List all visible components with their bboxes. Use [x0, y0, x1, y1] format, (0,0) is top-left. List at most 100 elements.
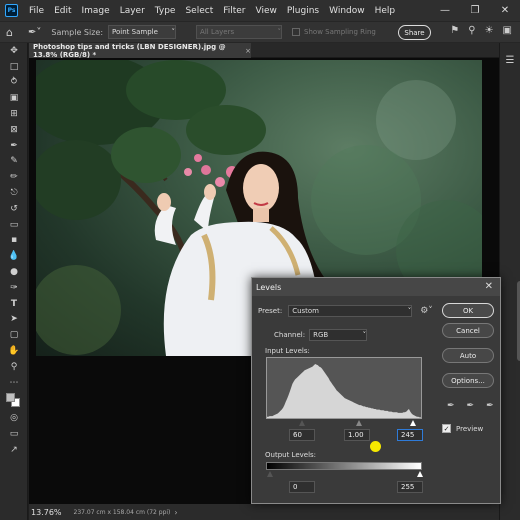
brush-tool-icon[interactable]: ✏: [0, 169, 28, 185]
foreground-color-swatch[interactable]: [6, 392, 15, 402]
menu-help[interactable]: Help: [370, 6, 401, 16]
sample-size-label: Sample Size:: [51, 27, 104, 37]
menu-image[interactable]: Image: [77, 6, 115, 16]
output-gradient-bar: [266, 462, 422, 470]
preview-label: Preview: [456, 424, 484, 433]
gradient-tool-icon[interactable]: ▪: [0, 233, 28, 249]
type-tool-icon[interactable]: T: [0, 296, 28, 312]
chevron-down-icon: ˅: [407, 307, 412, 315]
input-black-slider[interactable]: [299, 420, 305, 426]
crop-tool-icon[interactable]: ⊞: [0, 106, 28, 122]
input-sliders: [266, 419, 422, 427]
input-levels-label: Input Levels:: [265, 347, 310, 355]
document-tab-bar: Photoshop tips and tricks (LBN DESIGNER)…: [29, 42, 499, 59]
pen-tool-icon[interactable]: ✑: [0, 280, 28, 296]
healing-brush-icon[interactable]: ✎: [0, 154, 28, 170]
dodge-tool-icon[interactable]: ●: [0, 264, 28, 280]
cancel-button[interactable]: Cancel: [442, 323, 494, 338]
histogram: [266, 357, 422, 419]
gear-icon[interactable]: ⚙˅: [420, 306, 433, 316]
auto-button[interactable]: Auto: [442, 348, 494, 363]
eyedropper-tool-icon[interactable]: ✒˅: [28, 27, 41, 38]
move-tool-icon[interactable]: ✥: [0, 43, 28, 59]
frame-tool-icon[interactable]: ⊠: [0, 122, 28, 138]
zoom-tool-icon[interactable]: ⚲: [0, 359, 28, 375]
quick-mask-icon[interactable]: ◎: [0, 411, 28, 427]
share-icon[interactable]: ↗: [0, 442, 28, 458]
hand-tool-icon[interactable]: ✋: [0, 343, 28, 359]
white-point-eyedropper-icon[interactable]: ✒: [486, 401, 494, 411]
input-white-field[interactable]: 245: [397, 429, 423, 441]
preview-row: ✓ Preview: [442, 424, 483, 433]
zoom-level[interactable]: 13.76%: [31, 508, 62, 517]
eyedropper-icon[interactable]: ✒: [0, 138, 28, 154]
rectangle-tool-icon[interactable]: ▢: [0, 327, 28, 343]
close-window-icon[interactable]: ✕: [490, 0, 520, 21]
output-sliders: [266, 470, 423, 478]
input-white-slider[interactable]: [410, 420, 416, 426]
document-tab-title: Photoshop tips and tricks (LBN DESIGNER)…: [33, 42, 226, 59]
input-gamma-slider[interactable]: [356, 420, 362, 426]
path-select-icon[interactable]: ➤: [0, 312, 28, 328]
output-black-slider[interactable]: [267, 471, 273, 477]
menu-file[interactable]: File: [24, 6, 49, 16]
eyedropper-group: ✒ ✒ ✒: [447, 401, 494, 411]
home-icon[interactable]: ⌂: [6, 26, 28, 39]
share-button[interactable]: Share: [398, 25, 431, 40]
preset-select[interactable]: Custom ˅: [288, 305, 413, 317]
black-point-eyedropper-icon[interactable]: ✒: [447, 401, 455, 411]
lasso-tool-icon[interactable]: ⥁: [0, 75, 28, 91]
show-sampling-ring-checkbox[interactable]: [292, 28, 301, 36]
workspace-icon[interactable]: ▣: [503, 25, 512, 36]
options-bar: ⌂ ✒˅ Sample Size: Point Sample ˅ All Lay…: [0, 21, 520, 43]
close-icon[interactable]: ✕: [485, 281, 493, 292]
top-right-icons: ⚑ ⚲ ☀ ▣: [450, 25, 512, 36]
input-gamma-field[interactable]: 1.00: [344, 429, 370, 441]
layers-panel-icon[interactable]: ☰: [500, 55, 520, 66]
more-tools-icon[interactable]: ⋯: [0, 375, 28, 391]
history-brush-icon[interactable]: ↺: [0, 201, 28, 217]
mouse-cursor-highlight: [370, 441, 381, 452]
lightbulb-icon[interactable]: ☀: [485, 25, 494, 36]
ok-button[interactable]: OK: [442, 303, 494, 318]
sample-size-select[interactable]: Point Sample ˅: [108, 25, 177, 39]
screen-mode-icon[interactable]: ▭: [0, 426, 28, 442]
restore-icon[interactable]: ❐: [460, 0, 490, 21]
options-button[interactable]: Options...: [442, 373, 494, 388]
channel-value: RGB: [313, 331, 329, 339]
menu-layer[interactable]: Layer: [115, 6, 150, 16]
eraser-tool-icon[interactable]: ▭: [0, 217, 28, 233]
output-white-field[interactable]: 255: [397, 481, 423, 493]
menu-plugins[interactable]: Plugins: [282, 6, 324, 16]
menu-view[interactable]: View: [251, 6, 282, 16]
blur-tool-icon[interactable]: 💧: [0, 248, 28, 264]
object-select-tool-icon[interactable]: ▣: [0, 90, 28, 106]
levels-dialog: Levels ✕ Preset: Custom ˅ ⚙˅ Channel: RG…: [251, 277, 501, 504]
gray-point-eyedropper-icon[interactable]: ✒: [467, 401, 475, 411]
close-tab-icon[interactable]: ×: [245, 47, 251, 55]
input-black-field[interactable]: 60: [289, 429, 315, 441]
channel-select[interactable]: RGB ˅: [309, 329, 368, 341]
output-black-field[interactable]: 0: [289, 481, 315, 493]
channel-row: Channel: RGB ˅: [274, 329, 368, 341]
output-levels-label: Output Levels:: [265, 451, 317, 459]
menu-type[interactable]: Type: [150, 6, 181, 16]
clone-stamp-icon[interactable]: ⎋: [0, 185, 28, 201]
menu-edit[interactable]: Edit: [49, 6, 76, 16]
document-tab[interactable]: Photoshop tips and tricks (LBN DESIGNER)…: [29, 42, 251, 59]
sample-layers-select[interactable]: All Layers ˅: [196, 25, 283, 39]
menu-select[interactable]: Select: [180, 6, 218, 16]
marquee-tool-icon[interactable]: □: [0, 59, 28, 75]
search-icon[interactable]: ⚲: [468, 25, 475, 36]
levels-title-text: Levels: [256, 282, 282, 292]
bell-icon[interactable]: ⚑: [450, 25, 459, 36]
chevron-right-icon[interactable]: ›: [174, 508, 177, 517]
minimize-icon[interactable]: —: [430, 0, 460, 21]
color-swatches[interactable]: [0, 391, 27, 411]
tools-panel: ✥ □ ⥁ ▣ ⊞ ⊠ ✒ ✎ ✏ ⎋ ↺ ▭ ▪ 💧 ● ✑ T ➤ ▢ ✋ …: [0, 43, 28, 520]
output-white-slider[interactable]: [417, 471, 423, 477]
menu-window[interactable]: Window: [324, 6, 370, 16]
preview-checkbox[interactable]: ✓: [442, 424, 451, 433]
menu-filter[interactable]: Filter: [218, 6, 250, 16]
show-sampling-ring-label: Show Sampling Ring: [304, 28, 376, 36]
